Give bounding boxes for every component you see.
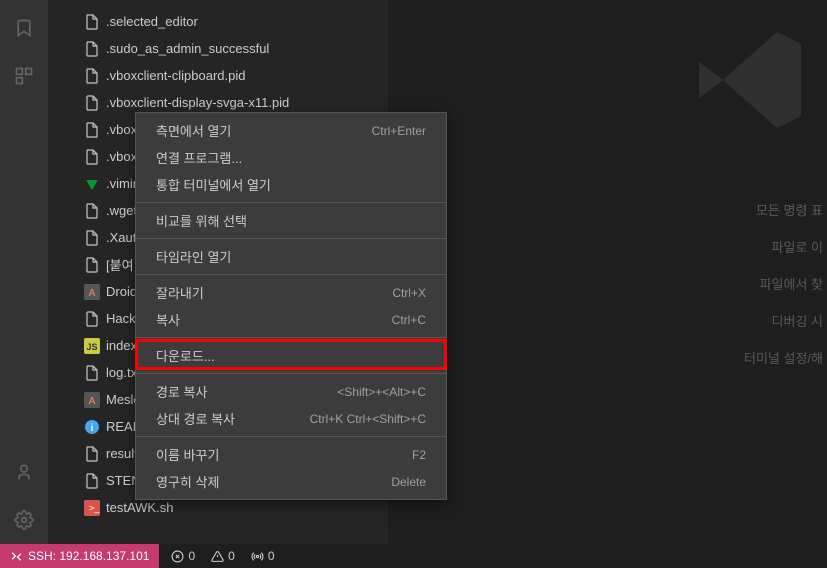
menu-item[interactable]: 비교를 위해 선택 [136,207,446,234]
menu-separator [136,436,446,437]
welcome-hint: 모든 명령 표 [744,200,823,219]
menu-item[interactable]: 경로 복사 <Shift>+<Alt>+C [136,378,446,405]
status-errors[interactable]: 0 [171,549,195,563]
font-icon: A [84,284,100,300]
file-icon [84,41,100,57]
file-name: .vboxclient-clipboard.pid [106,68,245,83]
menu-label: 영구히 삭제 [156,472,219,491]
file-icon [84,365,100,381]
remote-indicator[interactable]: SSH: 192.168.137.101 [0,544,159,568]
welcome-hint: 파일에서 찾 [744,274,823,293]
antenna-icon [251,550,264,563]
editor-area: 모든 명령 표파일로 이파일에서 찾디버깅 시터미널 설정/해 [388,0,827,544]
settings-icon[interactable] [12,508,36,532]
menu-label: 잘라내기 [156,283,204,302]
file-name: .vboxclient-display-svga-x11.pid [106,95,289,110]
remote-icon [10,550,23,563]
menu-separator [136,373,446,374]
menu-item[interactable]: 연결 프로그램... [136,144,446,171]
file-name: testAWK.sh [106,500,173,515]
menu-item[interactable]: 측면에서 열기 Ctrl+Enter [136,117,446,144]
menu-shortcut: Ctrl+Enter [372,124,426,138]
menu-item[interactable]: 잘라내기 Ctrl+X [136,279,446,306]
svg-text:A: A [88,396,95,407]
bookmark-icon[interactable] [12,16,36,40]
svg-text:JS: JS [86,342,97,352]
file-name: [붙여 [106,255,134,274]
status-warnings[interactable]: 0 [211,549,235,563]
welcome-hint: 파일로 이 [744,237,823,256]
menu-separator [136,337,446,338]
svg-text:>_: >_ [89,503,100,513]
welcome-hints: 모든 명령 표파일로 이파일에서 찾디버깅 시터미널 설정/해 [744,200,827,385]
svg-text:A: A [88,288,95,299]
file-icon [84,230,100,246]
menu-label: 이름 바꾸기 [156,445,219,464]
context-menu: 측면에서 열기 Ctrl+Enter 연결 프로그램... 통합 터미널에서 열기비교… [135,112,447,500]
file-name: log.tx [106,365,137,380]
welcome-hint: 터미널 설정/해 [744,348,823,367]
menu-label: 타임라인 열기 [156,247,231,266]
menu-item[interactable]: 다운로드... [136,342,446,369]
status-bar: SSH: 192.168.137.101 0 0 0 [0,544,827,568]
file-icon [84,257,100,273]
menu-shortcut: Ctrl+X [392,286,426,300]
menu-label: 측면에서 열기 [156,121,231,140]
menu-label: 연결 프로그램... [156,148,242,167]
file-name: .sudo_as_admin_successful [106,41,269,56]
error-icon [171,550,184,563]
welcome-hint: 디버깅 시 [744,311,823,330]
menu-separator [136,238,446,239]
shell-icon: >_ [84,500,100,516]
svg-text:i: i [91,423,94,434]
warning-icon [211,550,224,563]
menu-separator [136,202,446,203]
file-icon [84,14,100,30]
file-icon [84,446,100,462]
menu-shortcut: Ctrl+C [392,313,426,327]
menu-label: 경로 복사 [156,382,207,401]
menu-item[interactable]: 상대 경로 복사 Ctrl+K Ctrl+<Shift>+C [136,405,446,432]
js-icon: JS [84,338,100,354]
extensions-icon[interactable] [12,64,36,88]
file-icon [84,473,100,489]
menu-label: 비교를 위해 선택 [156,211,247,230]
readme-icon: i [84,419,100,435]
menu-shortcut: Ctrl+K Ctrl+<Shift>+C [310,412,426,426]
menu-item[interactable]: 이름 바꾸기 F2 [136,441,446,468]
menu-item[interactable]: 영구히 삭제 Delete [136,468,446,495]
file-item[interactable]: .selected_editor [48,8,388,35]
account-icon[interactable] [12,460,36,484]
file-icon [84,122,100,138]
menu-shortcut: <Shift>+<Alt>+C [337,385,426,399]
file-icon [84,203,100,219]
menu-shortcut: Delete [391,475,426,489]
file-icon [84,311,100,327]
menu-shortcut: F2 [412,448,426,462]
menu-item[interactable]: 통합 터미널에서 열기 [136,171,446,198]
file-item[interactable]: .vboxclient-clipboard.pid [48,62,388,89]
file-icon [84,95,100,111]
file-item[interactable]: .sudo_as_admin_successful [48,35,388,62]
menu-item[interactable]: 타임라인 열기 [136,243,446,270]
status-ports[interactable]: 0 [251,549,275,563]
file-icon [84,149,100,165]
menu-separator [136,274,446,275]
menu-label: 다운로드... [156,346,215,365]
vim-icon [84,176,100,192]
menu-label: 상대 경로 복사 [156,409,235,428]
file-name: .selected_editor [106,14,198,29]
menu-label: 복사 [156,310,180,329]
file-icon [84,68,100,84]
remote-host: SSH: 192.168.137.101 [28,549,149,563]
vscode-logo-watermark [687,20,807,140]
font-icon: A [84,392,100,408]
menu-label: 통합 터미널에서 열기 [156,175,271,194]
menu-item[interactable]: 복사 Ctrl+C [136,306,446,333]
